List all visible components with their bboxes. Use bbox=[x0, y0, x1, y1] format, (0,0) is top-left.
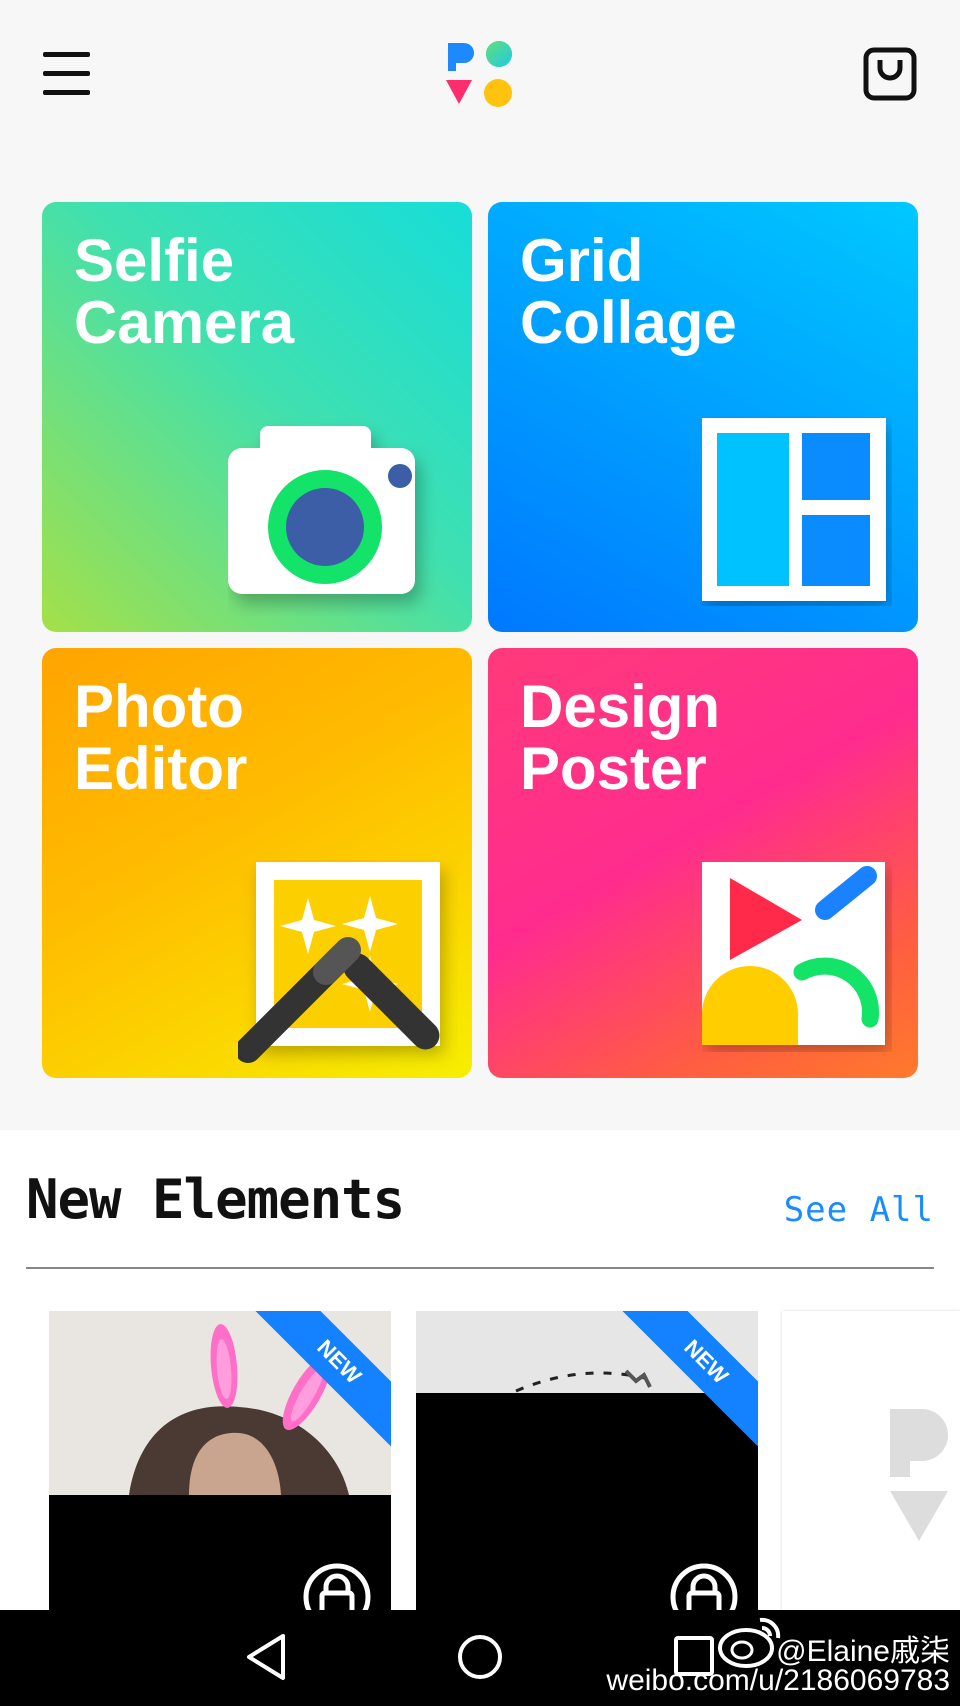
watermark-url: weibo.com/u/2186069783 bbox=[606, 1664, 950, 1697]
weibo-logo bbox=[718, 1617, 781, 1668]
grid-collage-icon bbox=[702, 418, 886, 601]
shopping-bag-icon[interactable] bbox=[862, 46, 918, 102]
tile-title: Photo Editor bbox=[74, 673, 248, 802]
home-icon[interactable] bbox=[455, 1632, 505, 1682]
tile-photo-editor[interactable]: Photo Editor bbox=[42, 648, 472, 1078]
tile-selfie-camera[interactable]: Selfie Camera bbox=[42, 202, 472, 632]
app-logo bbox=[446, 41, 512, 107]
tile-grid-collage[interactable]: Grid Collage bbox=[488, 202, 918, 632]
logo-placeholder-icon bbox=[890, 1409, 948, 1541]
tile-title: Grid Collage bbox=[520, 227, 737, 356]
lock-icon bbox=[670, 1563, 738, 1611]
back-icon[interactable] bbox=[243, 1632, 289, 1682]
element-card-text[interactable]: NEW bbox=[416, 1311, 758, 1611]
divider bbox=[26, 1267, 934, 1269]
camera-icon bbox=[228, 426, 415, 594]
top-bar bbox=[0, 0, 960, 150]
tile-title: Selfie Camera bbox=[74, 227, 295, 356]
tile-title: Design Poster bbox=[520, 673, 721, 802]
new-elements-section: New Elements See All NEW NEW bbox=[0, 1130, 960, 1611]
hamburger-menu-icon[interactable] bbox=[40, 50, 92, 98]
element-card-bunny[interactable]: NEW bbox=[49, 1311, 391, 1611]
magic-wand-icon bbox=[238, 862, 440, 1063]
section-title: New Elements bbox=[26, 1168, 405, 1231]
lock-icon bbox=[303, 1563, 371, 1611]
see-all-link[interactable]: See All bbox=[784, 1190, 934, 1230]
tile-design-poster[interactable]: Design Poster bbox=[488, 648, 918, 1078]
element-card-logo[interactable] bbox=[782, 1311, 960, 1611]
poster-shapes-icon bbox=[702, 862, 885, 1045]
